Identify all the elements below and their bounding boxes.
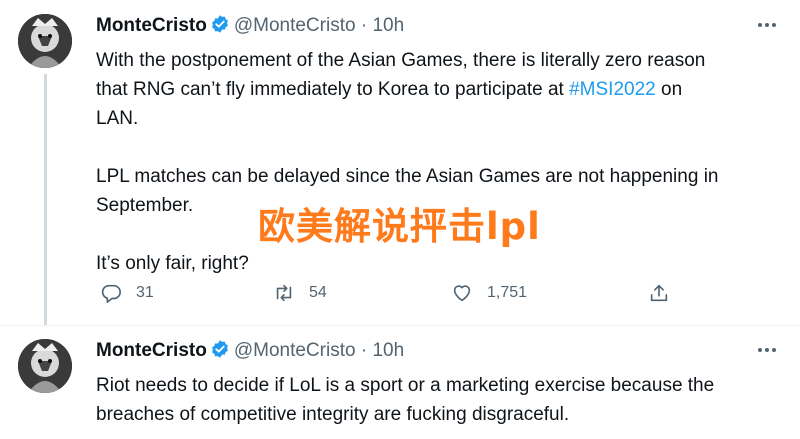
like-button[interactable]: 1,751 — [451, 278, 527, 308]
action-bar: 31 54 1,751 — [96, 278, 686, 308]
text-line: Riot needs to decide if LoL is a sport o… — [96, 375, 715, 396]
share-button[interactable] — [648, 278, 684, 308]
author-handle[interactable]: @MonteCristo — [234, 15, 356, 36]
text-line: With the postponement of the Asian Games… — [96, 50, 706, 71]
like-count: 1,751 — [487, 284, 528, 301]
text-line: breaches of competitive integrity are fu… — [96, 404, 570, 425]
watermark-text: 欧美解说抨击lpl — [258, 205, 541, 248]
text-line: LPL matches can be delayed since the Asi… — [96, 166, 719, 187]
verified-badge-icon — [211, 340, 228, 358]
tweet-divider — [0, 325, 800, 326]
reply-icon — [101, 284, 121, 303]
separator-dot: · — [360, 15, 368, 36]
verified-badge-icon — [211, 15, 228, 33]
tweet-header: MonteCristo @MonteCristo · 10h — [96, 14, 780, 40]
retweet-icon — [276, 284, 292, 302]
retweet-button[interactable]: 54 — [273, 278, 327, 308]
avatar[interactable] — [18, 14, 72, 68]
hashtag-link[interactable]: #MSI2022 — [569, 79, 656, 100]
author-name[interactable]: MonteCristo — [96, 340, 207, 361]
reply-button[interactable]: 31 — [100, 278, 154, 308]
reply-count: 31 — [136, 284, 154, 301]
tweet-1[interactable]: MonteCristo @MonteCristo · 10h With the p… — [0, 0, 800, 325]
thread-connector-line — [44, 74, 47, 325]
heart-icon — [453, 285, 471, 302]
author-name[interactable]: MonteCristo — [96, 15, 207, 36]
timestamp[interactable]: 10h — [372, 340, 404, 361]
text-line: LAN. — [96, 108, 139, 129]
tweet-text: Riot needs to decide if LoL is a sport o… — [96, 371, 760, 429]
more-options-icon[interactable] — [754, 339, 780, 361]
avatar[interactable] — [18, 339, 72, 393]
separator-dot: · — [360, 340, 368, 361]
text-line: that RNG can’t fly immediately to Korea … — [96, 79, 683, 100]
author-handle[interactable]: @MonteCristo — [234, 340, 356, 361]
timestamp[interactable]: 10h — [372, 15, 404, 36]
retweet-count: 54 — [309, 284, 327, 301]
share-icon — [650, 284, 668, 302]
tweet-2[interactable]: MonteCristo @MonteCristo · 10h Riot needs… — [0, 325, 800, 439]
more-options-icon[interactable] — [754, 14, 780, 36]
tweet-header: MonteCristo @MonteCristo · 10h — [96, 339, 780, 365]
text-line: It’s only fair, right? — [96, 253, 249, 274]
avatar-image-icon — [18, 14, 72, 68]
avatar-image-icon — [18, 339, 72, 393]
